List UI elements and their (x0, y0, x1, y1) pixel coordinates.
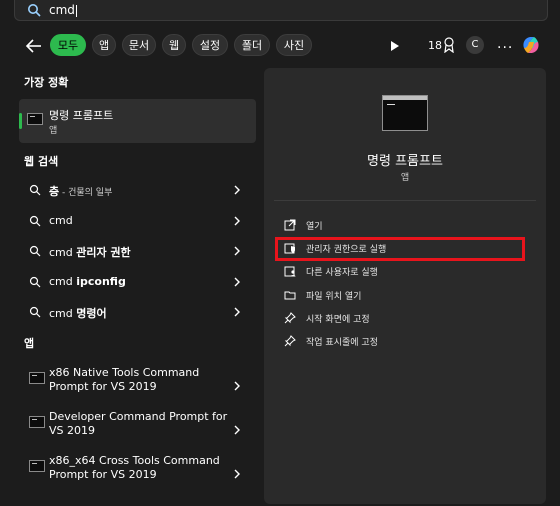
detail-subtitle: 앱 (400, 173, 410, 183)
app-name-line2: Prompt for VS 2019 (49, 380, 157, 393)
command-prompt-icon (27, 113, 43, 125)
web-result-item[interactable]: cmd 관리자 권한 (19, 238, 256, 264)
divider (274, 200, 536, 201)
best-match-title: 명령 프롬프트 (49, 109, 114, 122)
command-prompt-large-icon (382, 95, 428, 131)
action-label: 시작 화면에 고정 (306, 315, 370, 325)
action-open[interactable]: 열기 (274, 214, 536, 236)
web-result-prefix: cmd (49, 307, 77, 320)
chevron-right-icon (234, 307, 240, 317)
web-result-bold: 명령어 (76, 307, 107, 320)
command-prompt-icon (29, 372, 45, 384)
app-item[interactable]: x86_x64 Cross Tools Command Prompt for VS… (19, 454, 256, 494)
command-prompt-icon (29, 460, 45, 472)
play-icon[interactable] (390, 40, 400, 52)
account-avatar[interactable]: C (466, 36, 484, 54)
folder-icon (284, 291, 296, 300)
search-icon (29, 215, 41, 227)
search-icon (29, 184, 41, 196)
command-prompt-icon (29, 416, 45, 428)
chevron-right-icon (234, 246, 240, 256)
action-open-file-location[interactable]: 파일 위치 열기 (274, 284, 536, 306)
pin-icon (284, 335, 296, 347)
app-name-line2: VS 2019 (49, 424, 95, 437)
web-result-item[interactable]: cmd (19, 208, 256, 234)
selection-accent (19, 113, 22, 129)
search-icon (29, 245, 41, 257)
tab-apps[interactable]: 앱 (92, 34, 116, 56)
user-icon (284, 266, 296, 277)
action-label: 다른 사용자로 실행 (306, 268, 378, 278)
detail-panel: 명령 프롬프트 앱 열기 관리자 권한으로 실행 다른 사용자로 실행 파일 위… (264, 68, 546, 504)
action-run-as-other-user[interactable]: 다른 사용자로 실행 (274, 260, 536, 282)
action-pin-to-taskbar[interactable]: 작업 표시줄에 고정 (274, 330, 536, 352)
web-result-rest: - 건물의 일부 (59, 188, 113, 198)
action-label: 파일 위치 열기 (306, 292, 362, 302)
pin-icon (284, 312, 296, 324)
tab-all[interactable]: 모두 (50, 34, 86, 56)
action-label: 열기 (306, 222, 323, 232)
open-icon (284, 219, 296, 231)
web-result-bold: 관리자 권한 (76, 246, 131, 259)
app-name-line1: x86_x64 Cross Tools Command (49, 454, 220, 467)
detail-title: 명령 프롬프트 (367, 154, 443, 169)
web-result-bold: 층 (49, 185, 60, 198)
more-options-button[interactable]: ... (497, 36, 513, 52)
web-result-text: cmd (49, 214, 73, 227)
filter-bar: 모두 앱 문서 웹 설정 폴더 사진 18 C ... (0, 32, 560, 60)
search-input[interactable]: cmd (49, 3, 77, 17)
copilot-icon[interactable] (520, 34, 542, 56)
rewards-badge-icon[interactable] (442, 37, 456, 53)
web-result-prefix: cmd (49, 246, 77, 259)
web-result-prefix: cmd (49, 275, 77, 288)
chevron-right-icon (234, 216, 240, 226)
search-icon (29, 306, 41, 318)
chevron-right-icon (234, 381, 240, 391)
highlight-box (275, 237, 525, 261)
tab-photos[interactable]: 사진 (276, 34, 312, 56)
web-result-item[interactable]: 층 - 건물의 일부 (19, 177, 256, 203)
app-item[interactable]: Developer Command Prompt for VS 2019 (19, 410, 256, 450)
tab-folders[interactable]: 폴더 (234, 34, 270, 56)
tab-web[interactable]: 웹 (162, 34, 186, 56)
tab-settings[interactable]: 설정 (192, 34, 228, 56)
web-result-item[interactable]: cmd 명령어 (19, 299, 256, 325)
search-icon (29, 276, 41, 288)
search-bar[interactable]: cmd (14, 0, 548, 21)
chevron-right-icon (234, 469, 240, 479)
app-name-line1: Developer Command Prompt for (49, 410, 228, 423)
chevron-right-icon (234, 277, 240, 287)
rewards-points[interactable]: 18 (428, 39, 442, 52)
app-name-line2: Prompt for VS 2019 (49, 468, 157, 481)
action-label: 작업 표시줄에 고정 (306, 338, 378, 348)
app-name-line1: x86 Native Tools Command (49, 366, 200, 379)
web-search-heading: 웹 검색 (24, 155, 59, 168)
search-icon (28, 4, 41, 17)
apps-heading: 앱 (24, 337, 35, 350)
web-result-bold: ipconfig (76, 275, 126, 288)
tab-documents[interactable]: 문서 (122, 34, 156, 56)
chevron-right-icon (234, 425, 240, 435)
action-pin-to-start[interactable]: 시작 화면에 고정 (274, 307, 536, 329)
best-match-heading: 가장 정확 (24, 76, 69, 89)
chevron-right-icon (234, 185, 240, 195)
back-arrow-icon[interactable] (24, 36, 44, 56)
best-match-item[interactable]: 명령 프롬프트 앱 (19, 99, 256, 143)
best-match-subtitle: 앱 (49, 126, 58, 136)
web-result-item[interactable]: cmd ipconfig (19, 269, 256, 295)
app-item[interactable]: x86 Native Tools Command Prompt for VS 20… (19, 366, 256, 406)
